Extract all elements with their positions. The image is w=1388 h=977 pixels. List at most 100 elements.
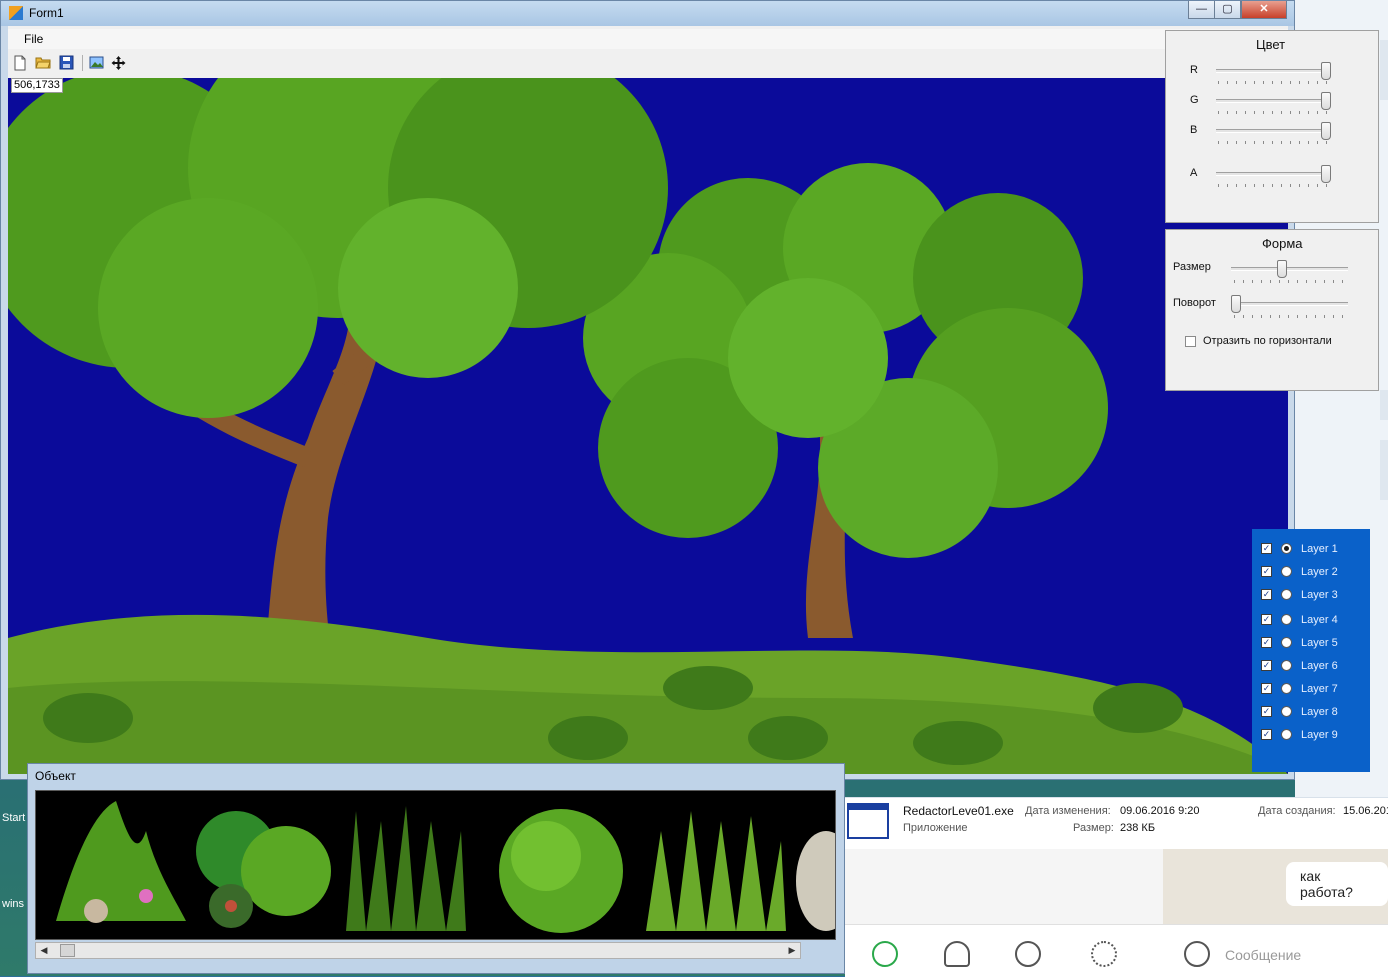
color-slider-track[interactable]	[1216, 99, 1331, 103]
scroll-left-arrow[interactable]: ◀	[37, 944, 51, 957]
emoji-icon[interactable]	[1184, 941, 1210, 967]
size-label: Размер:	[1073, 822, 1114, 834]
user-icon[interactable]	[944, 941, 970, 967]
menu-file[interactable]: File	[24, 32, 43, 46]
scroll-thumb[interactable]	[60, 944, 75, 957]
layer-visible-checkbox[interactable]: ✓	[1261, 637, 1272, 648]
size-value: 238 КБ	[1120, 822, 1156, 834]
color-slider-ticks	[1218, 184, 1328, 187]
explorer-details-pane: RedactorLeve01.exe Приложение Дата измен…	[845, 797, 1388, 850]
size-slider-thumb[interactable]	[1277, 260, 1287, 278]
minimize-button[interactable]: —	[1188, 1, 1215, 19]
layer-label: Layer 7	[1301, 683, 1338, 695]
color-slider-track[interactable]	[1216, 172, 1331, 176]
object-window: Объект ◀ ▶	[27, 763, 845, 974]
rotation-slider-thumb[interactable]	[1231, 295, 1241, 313]
bg-block	[1380, 440, 1388, 500]
size-slider-track[interactable]	[1231, 267, 1348, 271]
desktop-icon-start[interactable]: Start	[2, 812, 25, 824]
object-scrollbar[interactable]: ◀ ▶	[35, 942, 801, 959]
layer-active-radio[interactable]	[1281, 543, 1292, 554]
palette-item-tall-grass[interactable]	[346, 806, 466, 931]
layer-active-radio[interactable]	[1281, 614, 1292, 625]
image-icon[interactable]	[88, 55, 104, 71]
size-label: Размер	[1173, 261, 1211, 273]
size-slider-ticks	[1234, 280, 1346, 283]
editor-window: Form1 — ▢ ✕ File 506,1733	[0, 0, 1295, 780]
close-button[interactable]: ✕	[1241, 1, 1287, 19]
desktop-icon-wins[interactable]: wins	[2, 898, 24, 910]
layer-label: Layer 8	[1301, 706, 1338, 718]
layer-active-radio[interactable]	[1281, 683, 1292, 694]
file-type: Приложение	[903, 822, 968, 834]
layer-row: ✓ Layer 1	[1261, 541, 1366, 557]
layer-visible-checkbox[interactable]: ✓	[1261, 614, 1272, 625]
save-disk-icon[interactable]	[58, 55, 74, 71]
compass-icon[interactable]	[1015, 941, 1041, 967]
color-slider-ticks	[1218, 141, 1328, 144]
modified-label: Дата изменения:	[1025, 805, 1111, 817]
title-bar[interactable]: Form1 — ▢ ✕	[1, 1, 1294, 26]
layer-visible-checkbox[interactable]: ✓	[1261, 660, 1272, 671]
layer-visible-checkbox[interactable]: ✓	[1261, 729, 1272, 740]
color-slider-ticks	[1218, 81, 1328, 84]
level-canvas[interactable]	[8, 78, 1288, 774]
palette-item-rock[interactable]	[796, 831, 835, 931]
message-input[interactable]: Сообщение	[1225, 947, 1301, 963]
layer-visible-checkbox[interactable]: ✓	[1261, 589, 1272, 600]
clock-icon[interactable]	[872, 941, 898, 967]
layer-label: Layer 3	[1301, 589, 1338, 601]
layer-row: ✓ Layer 4	[1261, 612, 1366, 628]
layer-label: Layer 9	[1301, 729, 1338, 741]
gear-icon[interactable]	[1091, 941, 1117, 967]
palette-item-grass-tuft[interactable]	[646, 811, 786, 931]
desktop-icon-label: wins	[2, 898, 25, 910]
layer-active-radio[interactable]	[1281, 660, 1292, 671]
color-slider-thumb[interactable]	[1321, 122, 1331, 140]
bg-block	[1380, 390, 1388, 420]
layer-visible-checkbox[interactable]: ✓	[1261, 543, 1272, 554]
layer-label: Layer 1	[1301, 543, 1338, 555]
app-icon	[9, 6, 23, 20]
layer-visible-checkbox[interactable]: ✓	[1261, 566, 1272, 577]
move-arrows-icon[interactable]	[110, 55, 126, 71]
layer-active-radio[interactable]	[1281, 729, 1292, 740]
color-slider-track[interactable]	[1216, 129, 1331, 133]
layer-label: Layer 4	[1301, 614, 1338, 626]
bg-block	[1380, 40, 1388, 100]
color-slider-ticks	[1218, 111, 1328, 114]
flip-horizontal-checkbox[interactable]	[1185, 336, 1196, 347]
color-slider-label: R	[1190, 64, 1198, 76]
layer-row: ✓ Layer 9	[1261, 727, 1366, 743]
color-slider-thumb[interactable]	[1321, 165, 1331, 183]
color-slider-track[interactable]	[1216, 69, 1331, 73]
rotation-slider-track[interactable]	[1231, 302, 1348, 306]
rotation-label: Поворот	[1173, 297, 1216, 309]
object-window-title: Объект	[35, 769, 76, 783]
open-folder-icon[interactable]	[35, 55, 51, 71]
layer-row: ✓ Layer 3	[1261, 587, 1366, 603]
messenger-window: как работа? Сообщение	[845, 849, 1388, 977]
cursor-coordinates: 506,1733	[11, 78, 63, 93]
layer-visible-checkbox[interactable]: ✓	[1261, 683, 1272, 694]
palette-item-flower-bush[interactable]	[196, 811, 331, 928]
layers-panel: ✓ Layer 1 ✓ Layer 2 ✓ Layer 3 ✓ Layer 4 ✓ Layer 5…	[1252, 529, 1370, 772]
created-value: 15.06.201	[1343, 805, 1388, 817]
palette-item-round-bush[interactable]	[499, 809, 623, 933]
layer-active-radio[interactable]	[1281, 637, 1292, 648]
color-slider-thumb[interactable]	[1321, 62, 1331, 80]
flip-horizontal-label: Отразить по горизонтали	[1203, 335, 1332, 347]
palette-item-fern-bush[interactable]	[56, 801, 186, 923]
color-panel-title: Цвет	[1256, 37, 1286, 52]
color-slider-label: B	[1190, 124, 1198, 136]
maximize-button[interactable]: ▢	[1214, 1, 1241, 19]
layer-active-radio[interactable]	[1281, 566, 1292, 577]
scroll-right-arrow[interactable]: ▶	[785, 944, 799, 957]
layer-active-radio[interactable]	[1281, 706, 1292, 717]
shape-panel-title: Форма	[1262, 236, 1303, 251]
color-slider-thumb[interactable]	[1321, 92, 1331, 110]
new-file-icon[interactable]	[12, 55, 28, 71]
messenger-bottom-bar: Сообщение	[845, 924, 1388, 977]
layer-active-radio[interactable]	[1281, 589, 1292, 600]
layer-visible-checkbox[interactable]: ✓	[1261, 706, 1272, 717]
